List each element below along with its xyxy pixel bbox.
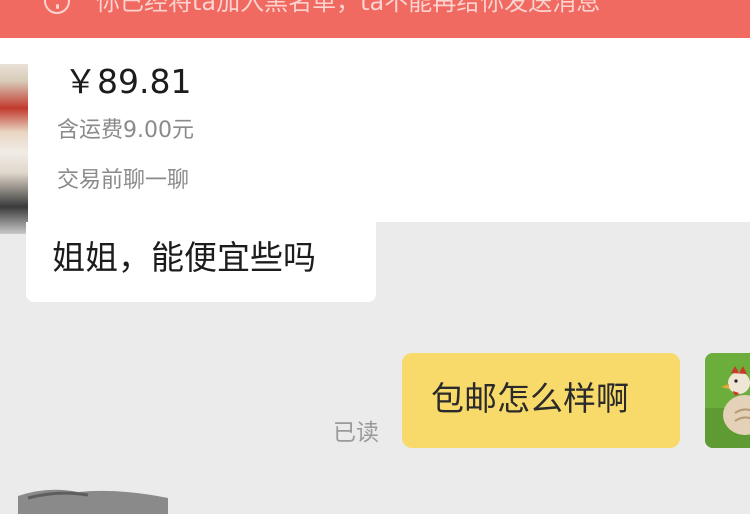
product-chat-hint: 交易前聊一聊 xyxy=(57,168,190,193)
product-price: ￥89.81 xyxy=(64,62,192,101)
info-circle-icon xyxy=(44,0,70,14)
outgoing-message-bubble[interactable]: 包邮怎么样啊 xyxy=(402,353,680,448)
rooster-icon xyxy=(705,353,750,448)
incoming-message-bubble[interactable]: 姐姐，能便宜些吗 xyxy=(26,222,376,302)
avatar-partial-icon xyxy=(18,489,168,514)
read-status: 已读 xyxy=(333,420,379,446)
outgoing-message-text: 包邮怎么样啊 xyxy=(431,379,629,418)
product-card[interactable]: ￥89.81 含运费9.00元 交易前聊一聊 xyxy=(0,38,750,234)
product-shipping-fee: 含运费9.00元 xyxy=(57,118,194,143)
user-avatar[interactable] xyxy=(705,353,750,448)
blacklist-banner: 你已经将ta加入黑名单，ta不能再给你发送消息 xyxy=(0,0,750,38)
incoming-message-text: 姐姐，能便宜些吗 xyxy=(52,238,316,277)
banner-text: 你已经将ta加入黑名单，ta不能再给你发送消息 xyxy=(96,0,601,16)
bottom-message-avatar[interactable] xyxy=(18,484,168,514)
product-thumbnail[interactable] xyxy=(0,64,28,234)
